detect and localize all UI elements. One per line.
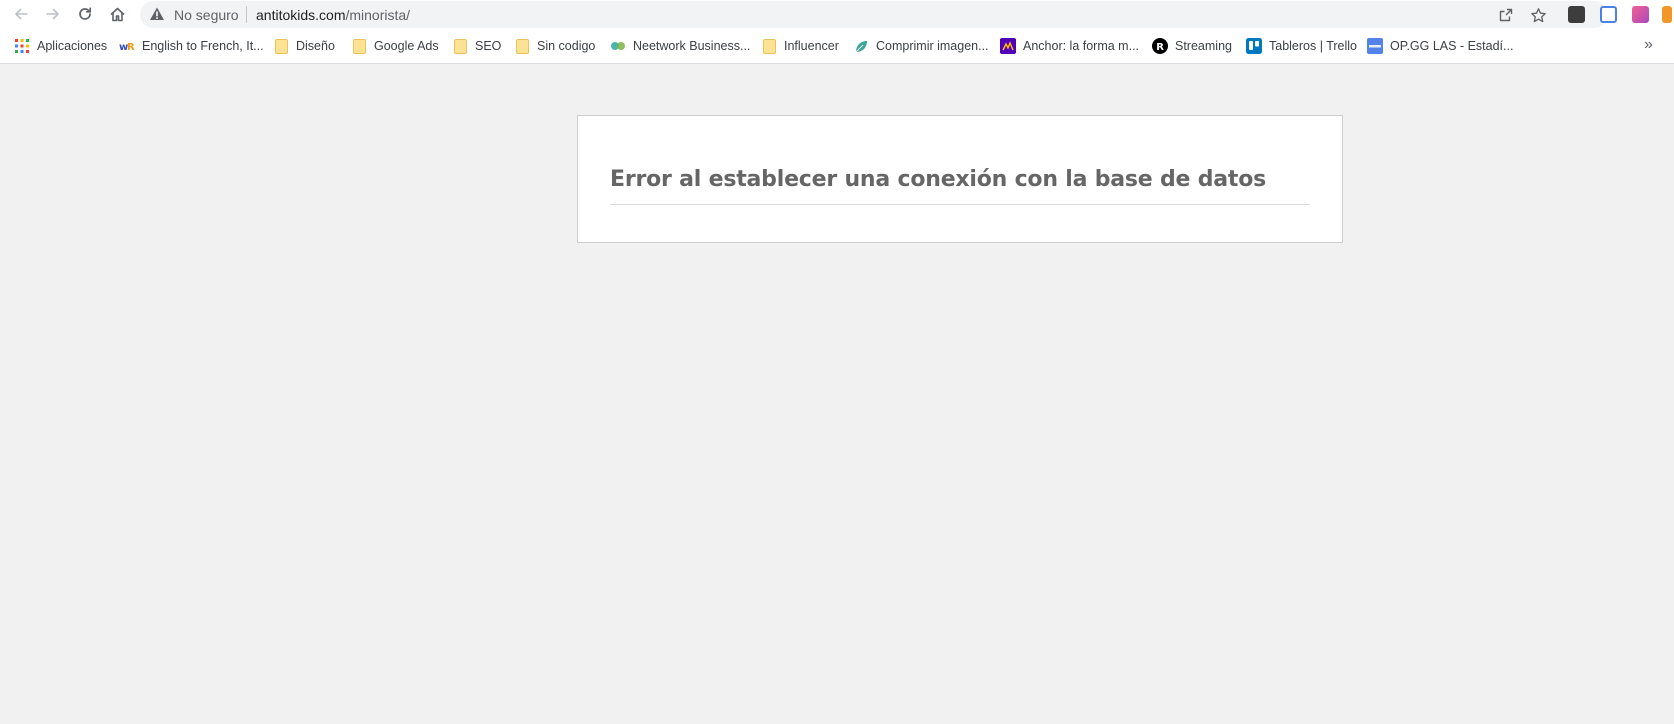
folder-icon (452, 38, 468, 54)
error-box: Error al establecer una conexión con la … (577, 115, 1343, 243)
share-button[interactable] (1496, 5, 1516, 25)
svg-text:R: R (1156, 42, 1164, 53)
anchor-icon (1000, 38, 1016, 54)
bookmark-label: Influencer (784, 39, 839, 53)
bookmark-label: OP.GG LAS - Estadí... (1390, 39, 1514, 53)
page-body: Error al establecer una conexión con la … (0, 65, 1674, 724)
warning-triangle-icon[interactable] (149, 6, 165, 22)
bookmark-label: Streaming (1175, 39, 1232, 53)
arrow-right-icon (46, 8, 59, 20)
bookmark-wordreference[interactable]: w R English to French, It... (119, 36, 264, 56)
bookmark-trello[interactable]: Tableros | Trello (1246, 36, 1357, 56)
bookmark-star-button[interactable] (1528, 5, 1548, 25)
star-icon (1530, 7, 1546, 22)
bookmark-neetwork[interactable]: Neetwork Business... (610, 36, 750, 56)
bookmark-folder-google-ads[interactable]: Google Ads (351, 36, 439, 56)
reload-button[interactable] (74, 3, 96, 25)
bookmark-label: Google Ads (374, 39, 439, 53)
bookmark-label: Comprimir imagen... (876, 39, 989, 53)
home-icon (109, 7, 125, 21)
omnibox-separator (246, 6, 247, 23)
url-text[interactable]: antitokids.com/minorista/ (256, 7, 410, 23)
svg-text:R: R (127, 42, 135, 52)
address-bar[interactable]: No seguro antitokids.com/minorista/ (140, 1, 1608, 28)
bookmark-label: Tableros | Trello (1269, 39, 1358, 53)
bookmark-folder-diseno[interactable]: Diseño (273, 36, 335, 56)
error-divider (610, 204, 1310, 205)
bookmark-comprimir-imagen[interactable]: Comprimir imagen... (853, 36, 989, 56)
browser-toolbar: No seguro antitokids.com/minorista/ (0, 0, 1674, 29)
reload-icon (79, 7, 92, 20)
bookmark-opgg[interactable]: OP.GG LAS - Estadí... (1367, 36, 1513, 56)
forward-button[interactable] (42, 3, 64, 25)
bookmarks-overflow-button[interactable]: » (1644, 36, 1653, 54)
blue-extension-icon[interactable] (1600, 6, 1617, 23)
bookmark-aplicaciones[interactable]: Aplicaciones (14, 36, 107, 56)
wordreference-icon: w R (119, 38, 135, 54)
neetwork-icon (610, 38, 626, 54)
security-label[interactable]: No seguro (174, 7, 239, 23)
opgg-icon (1367, 38, 1383, 54)
folder-icon (273, 38, 289, 54)
bookmark-label: Anchor: la forma m... (1023, 39, 1140, 53)
bookmark-label: Neetwork Business... (633, 39, 751, 53)
share-icon (1499, 8, 1513, 22)
bookmark-anchor[interactable]: Anchor: la forma m... (1000, 36, 1139, 56)
url-path: /minorista/ (345, 7, 411, 23)
error-title: Error al establecer una conexión con la … (610, 167, 1267, 192)
flow-extension-icon[interactable] (1568, 6, 1585, 23)
arrow-left-icon (15, 8, 28, 20)
bookmark-label: English to French, It... (142, 39, 264, 53)
bookmark-folder-influencer[interactable]: Influencer (761, 36, 839, 56)
bookmark-streaming[interactable]: R Streaming (1152, 36, 1232, 56)
folder-icon (761, 38, 777, 54)
bookmark-label: Diseño (296, 39, 335, 53)
bookmark-folder-sin-codigo[interactable]: Sin codigo (514, 36, 595, 56)
url-host: antitokids.com (256, 7, 346, 23)
bookmark-label: SEO (475, 39, 502, 53)
back-button[interactable] (10, 3, 32, 25)
leaf-icon (853, 38, 869, 54)
orange-extension-icon[interactable] (1662, 6, 1672, 23)
folder-icon (514, 38, 530, 54)
pink-extension-icon[interactable] (1632, 6, 1649, 23)
folder-icon (351, 38, 367, 54)
apps-grid-icon (14, 38, 30, 54)
r-logo-icon: R (1152, 38, 1168, 54)
bookmark-folder-seo[interactable]: SEO (452, 36, 501, 56)
bookmark-label: Aplicaciones (37, 39, 108, 53)
bookmarks-bar: Aplicaciones w R English to French, It..… (0, 29, 1674, 64)
bookmark-label: Sin codigo (537, 39, 596, 53)
home-button[interactable] (106, 3, 128, 25)
trello-icon (1246, 38, 1262, 54)
